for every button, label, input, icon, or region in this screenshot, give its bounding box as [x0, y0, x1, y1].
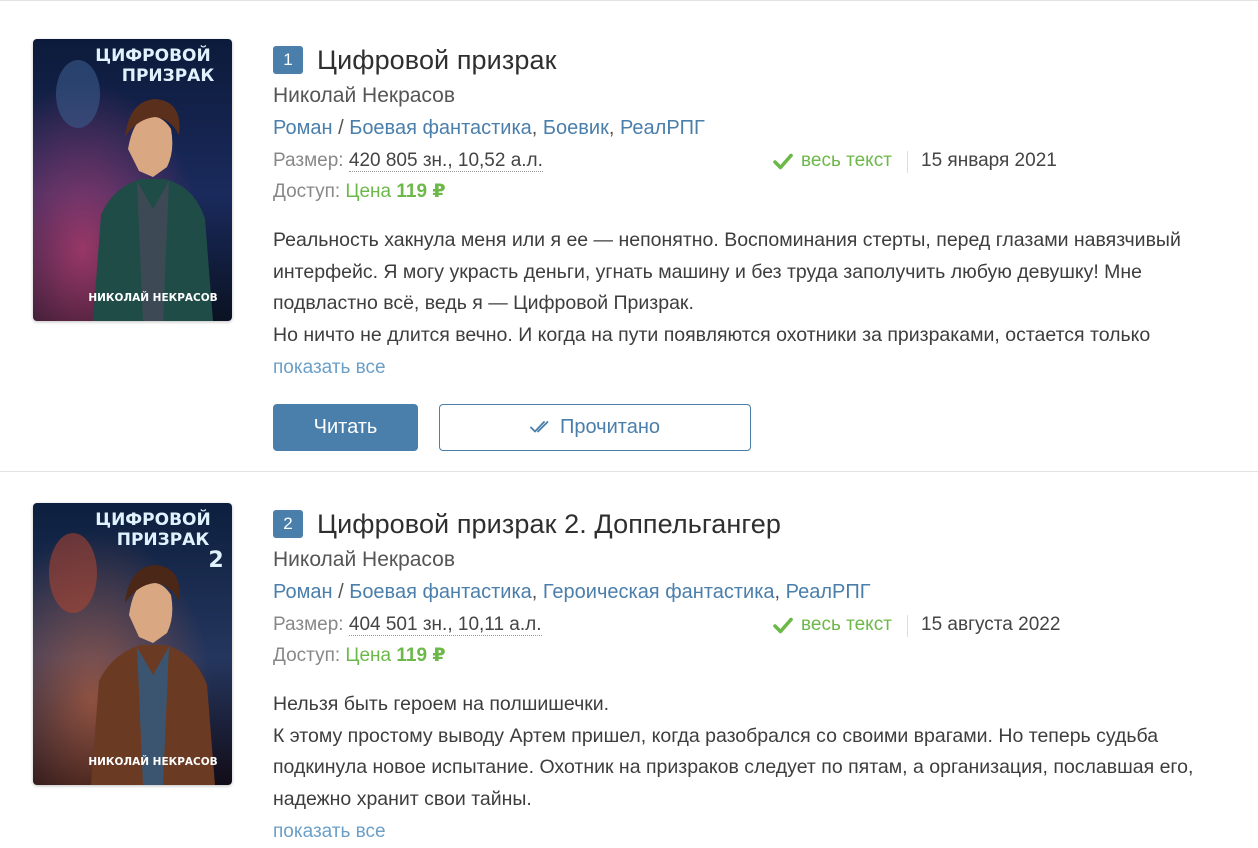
- access-label: Доступ:: [273, 645, 341, 666]
- double-check-icon: [530, 421, 549, 433]
- cover-volume-number: 2: [208, 548, 223, 573]
- show-all-link[interactable]: показать все: [273, 352, 386, 384]
- cover-author: НИКОЛАЙ НЕКРАСОВ: [88, 755, 217, 768]
- genre-link[interactable]: РеалРПГ: [620, 117, 705, 139]
- book-card: ЦИФРОВОЙ ПРИЗРАК 2 НИКОЛАЙ НЕКРАСОВ 2 Ци…: [0, 472, 1258, 842]
- genre-link[interactable]: РеалРПГ: [786, 581, 871, 603]
- genre-form-link[interactable]: Роман: [273, 581, 333, 603]
- status-text: весь текст: [801, 614, 892, 635]
- book-info: 1 Цифровой призрак Николай Некрасов Рома…: [273, 42, 1248, 451]
- genre-list: Роман / Боевая фантастика, Боевик, РеалР…: [273, 117, 705, 139]
- show-all-link[interactable]: показать все: [273, 816, 386, 848]
- cover-title-line1: ЦИФРОВОЙ: [95, 44, 210, 66]
- genre-separator: /: [332, 581, 350, 603]
- genre-separator: /: [332, 117, 350, 139]
- annotation: Нельзя быть героем на полшишечки. К этом…: [273, 689, 1248, 848]
- status-text: весь текст: [801, 150, 892, 171]
- price-label: Цена: [345, 181, 392, 202]
- genre-link[interactable]: Боевая фантастика: [349, 117, 532, 139]
- cover-title-line1: ЦИФРОВОЙ: [95, 508, 210, 530]
- check-icon: [773, 617, 793, 633]
- access-row: Доступ: Цена 119 ₽: [273, 640, 1248, 671]
- mark-read-label: Прочитано: [560, 415, 660, 438]
- size-row: Размер: 420 805 зн., 10,52 а.л. весь тек…: [273, 145, 1248, 176]
- genre-list: Роман / Боевая фантастика, Героическая ф…: [273, 581, 871, 603]
- mark-read-button[interactable]: Прочитано: [439, 403, 751, 451]
- price-value: 119 ₽: [396, 645, 446, 666]
- genre-link[interactable]: Героическая фантастика: [543, 581, 775, 603]
- access-label: Доступ:: [273, 181, 341, 202]
- cover-author: НИКОЛАЙ НЕКРАСОВ: [88, 291, 217, 304]
- book-title-link[interactable]: Цифровой призрак: [317, 45, 557, 76]
- genre-form-link[interactable]: Роман: [273, 117, 333, 139]
- book-number-badge: 2: [273, 510, 303, 538]
- genre-link[interactable]: Боевик: [543, 117, 609, 139]
- read-button[interactable]: Читать: [273, 403, 418, 451]
- size-value: 420 805 зн., 10,52 а.л.: [348, 150, 543, 172]
- publish-date: 15 января 2021: [921, 150, 1057, 171]
- cover-title-line2: ПРИЗРАК: [117, 530, 210, 550]
- size-label: Размер:: [273, 614, 344, 635]
- annotation: Реальность хакнула меня или я ее — непон…: [273, 225, 1248, 384]
- size-label: Размер:: [273, 150, 344, 171]
- book-cover[interactable]: ЦИФРОВОЙ ПРИЗРАК 2 НИКОЛАЙ НЕКРАСОВ: [33, 503, 232, 785]
- genre-link[interactable]: Боевая фантастика: [349, 581, 532, 603]
- book-info: 2 Цифровой призрак 2. Доппельгангер Нико…: [273, 506, 1248, 848]
- annotation-paragraph: Нельзя быть героем на полшишечки.: [273, 693, 610, 715]
- action-buttons: Читать Прочитано: [273, 403, 1248, 451]
- author-link[interactable]: Николай Некрасов: [273, 81, 1248, 111]
- title-row: 1 Цифровой призрак: [273, 42, 1248, 78]
- author-link[interactable]: Николай Некрасов: [273, 545, 1248, 575]
- cover-title-line2: ПРИЗРАК: [122, 66, 215, 86]
- title-row: 2 Цифровой призрак 2. Доппельгангер: [273, 506, 1248, 542]
- divider: [907, 151, 908, 173]
- divider: [907, 615, 908, 637]
- publish-date: 15 августа 2022: [921, 614, 1061, 635]
- annotation-paragraph: К этому простому выводу Артем пришел, ко…: [273, 724, 1194, 810]
- book-card: ЦИФРОВОЙ ПРИЗРАК НИКОЛАЙ НЕКРАСОВ 1 Цифр…: [0, 0, 1258, 472]
- price-label: Цена: [345, 645, 392, 666]
- annotation-paragraph: Но ничто не длится вечно. И когда на пут…: [273, 323, 1151, 346]
- annotation-paragraph: Реальность хакнула меня или я ее — непон…: [273, 229, 1181, 314]
- status-full-text: весь текст: [773, 609, 892, 640]
- book-number-badge: 1: [273, 46, 303, 74]
- access-row: Доступ: Цена 119 ₽: [273, 176, 1248, 207]
- book-cover[interactable]: ЦИФРОВОЙ ПРИЗРАК НИКОЛАЙ НЕКРАСОВ: [33, 39, 232, 321]
- status-full-text: весь текст: [773, 145, 892, 176]
- size-value: 404 501 зн., 10,11 а.л.: [348, 614, 542, 636]
- size-row: Размер: 404 501 зн., 10,11 а.л. весь тек…: [273, 609, 1248, 640]
- check-icon: [773, 153, 793, 169]
- book-title-link[interactable]: Цифровой призрак 2. Доппельгангер: [317, 509, 781, 540]
- price-value: 119 ₽: [396, 181, 446, 202]
